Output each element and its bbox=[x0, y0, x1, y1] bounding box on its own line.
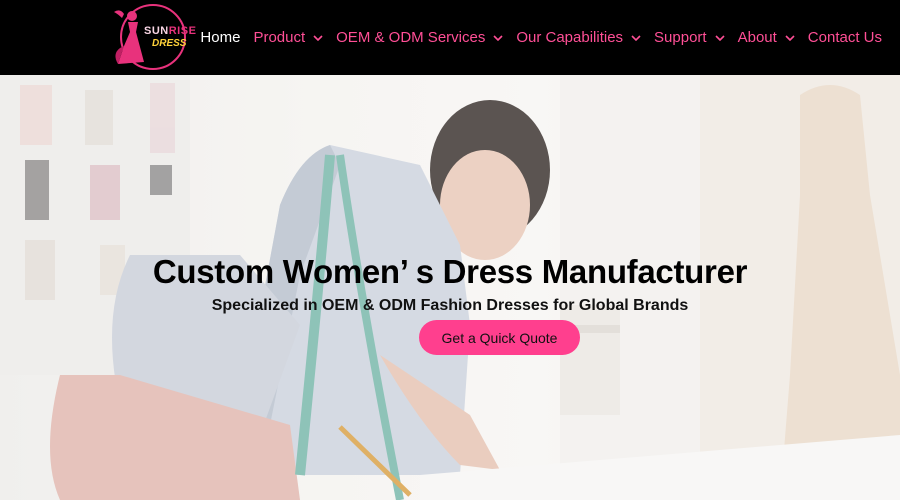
nav-item-label: Support bbox=[654, 29, 707, 46]
hero-title: Custom Women’ s Dress Manufacturer bbox=[152, 253, 748, 290]
main-nav: Home Product OEM & ODM Services Our Capabil… bbox=[200, 0, 882, 75]
hero-banner: Custom Women’ s Dress Manufacturer Speci… bbox=[0, 75, 900, 500]
hero-subtitle: Specialized in OEM & ODM Fashion Dresses… bbox=[211, 297, 689, 314]
brand-logo[interactable]: SUNRISE DRESS bbox=[110, 4, 197, 70]
nav-item-label: Contact Us bbox=[807, 29, 882, 46]
nav-item-label: Product bbox=[253, 29, 306, 46]
nav-item-oem-odm-services[interactable]: OEM & ODM Services bbox=[336, 29, 503, 46]
chevron-down-icon bbox=[785, 34, 795, 41]
nav-item-about[interactable]: About bbox=[738, 29, 795, 46]
nav-item-contact-us[interactable]: Contact Us bbox=[808, 29, 882, 46]
chevron-down-icon bbox=[631, 34, 641, 41]
dress-figure-icon bbox=[114, 10, 144, 64]
nav-item-support[interactable]: Support bbox=[654, 29, 725, 46]
nav-item-product[interactable]: Product bbox=[253, 29, 323, 46]
chevron-down-icon bbox=[493, 34, 503, 41]
nav-item-label: About bbox=[737, 29, 777, 46]
nav-item-our-capabilities[interactable]: Our Capabilities bbox=[516, 29, 641, 46]
chevron-down-icon bbox=[313, 34, 323, 41]
nav-item-label: Home bbox=[200, 29, 241, 46]
get-quote-button[interactable]: Get a Quick Quote bbox=[419, 320, 580, 355]
chevron-down-icon bbox=[715, 34, 725, 41]
nav-item-label: Our Capabilities bbox=[516, 29, 624, 46]
logo-wordmark-bottom: DRESS bbox=[152, 38, 187, 49]
logo-wordmark-top: SUNRISE bbox=[144, 25, 197, 37]
site-header: SUNRISE DRESS Home Product OEM & ODM Servi… bbox=[0, 0, 900, 75]
nav-item-home[interactable]: Home bbox=[200, 29, 240, 46]
nav-item-label: OEM & ODM Services bbox=[336, 29, 486, 46]
